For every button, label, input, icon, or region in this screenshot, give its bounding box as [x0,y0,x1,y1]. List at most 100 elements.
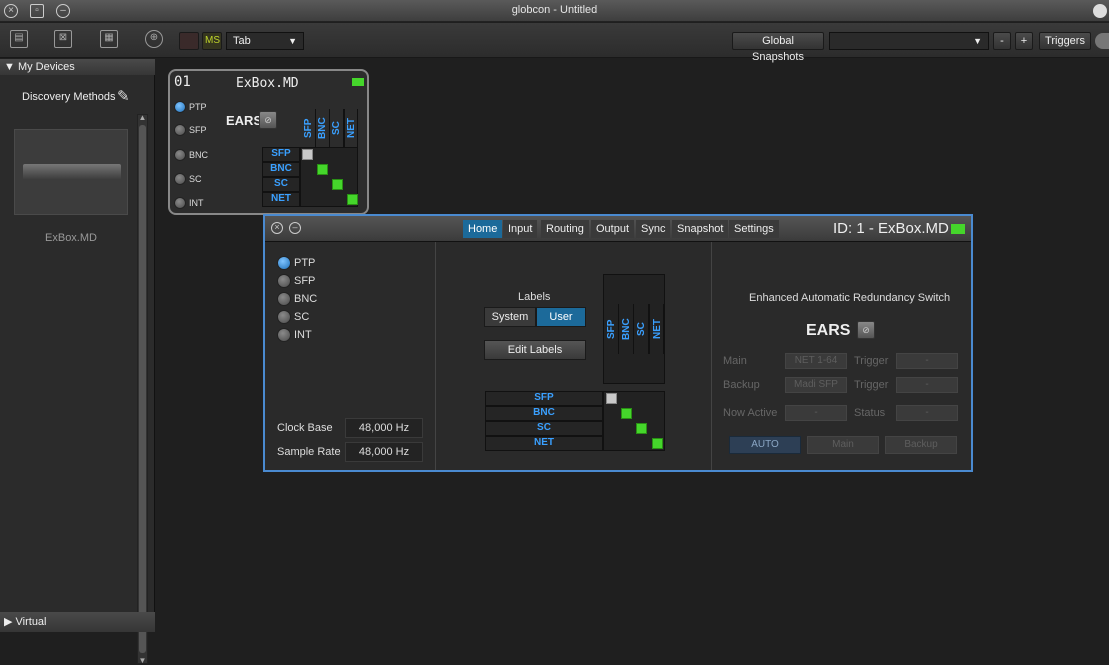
now-active-field: - [785,405,847,421]
snapshot-minus-button[interactable]: - [993,32,1011,50]
device-card[interactable]: 01 ExBox.MD PTP SFP BNC SC INT EARS ⊘ SF… [168,69,369,215]
title-bar: × ▫ – globcon - Untitled [0,0,1109,22]
ms-button[interactable]: MS [202,32,222,50]
matrix-col-bnc: BNC [619,304,634,354]
matrix-row-sc: SC [262,177,300,192]
input-label-int: INT [294,329,312,341]
matrix-row-bnc: BNC [262,162,300,177]
scroll-up-icon[interactable]: ▲ [138,113,147,122]
input-led-ptp[interactable] [174,101,186,113]
tab-snapshot[interactable]: Snapshot [672,220,729,238]
input-led-int[interactable] [277,328,291,342]
system-labels-button[interactable]: System [484,307,536,327]
global-snapshots-button[interactable]: Global Snapshots [732,32,824,63]
tab-sync[interactable]: Sync [636,220,671,238]
plug-icon[interactable]: ✎ [117,87,130,105]
divider [711,242,712,470]
ears-title: Enhanced Automatic Redundancy Switch [749,292,951,304]
chevron-down-icon: ▼ [288,36,297,46]
matrix-row-net: NET [485,436,603,451]
tab-routing[interactable]: Routing [541,220,589,238]
matrix-cell-bnc-bnc[interactable] [621,408,632,419]
matrix-row-sc: SC [485,421,603,436]
tab-settings[interactable]: Settings [729,220,779,238]
input-led-bnc[interactable] [174,149,186,161]
export-icon[interactable]: ⊠ [54,30,72,48]
main-button[interactable]: Main [807,436,879,454]
edit-labels-button[interactable]: Edit Labels [484,340,586,360]
input-label-ptp: PTP [189,102,207,112]
backup-button[interactable]: Backup [885,436,957,454]
matrix-cell-sfp-sfp[interactable] [606,393,617,404]
ears-toggle-icon[interactable]: ⊘ [857,321,875,339]
now-active-label: Now Active [723,407,778,419]
input-label-bnc: BNC [294,293,318,305]
discovery-methods-label[interactable]: Discovery Methods [22,91,116,103]
input-label-sc: SC [294,311,310,323]
solo-button[interactable] [179,32,199,50]
auto-button[interactable]: AUTO [729,436,801,454]
panel-minimize-icon[interactable]: – [289,222,301,234]
main-source-field: NET 1-64 [785,353,847,369]
tab-select-value: Tab [233,35,251,47]
matrix-cell-sc-sc[interactable] [636,423,647,434]
matrix-col-bnc: BNC [316,109,330,147]
labels-title: Labels [518,291,551,303]
input-led-sfp[interactable] [277,274,291,288]
matrix-col-sfp: SFP [604,304,619,354]
matrix-cell-sc-sc[interactable] [332,179,343,190]
ears-toggle-icon[interactable]: ⊘ [259,111,277,129]
grid-view-icon[interactable]: ▦ [100,30,118,48]
main-trigger-field: - [896,353,958,369]
window-title: globcon - Untitled [511,4,598,16]
sidebar-scrollbar[interactable]: ▲ ▼ [137,113,148,665]
input-led-ptp[interactable] [277,256,291,270]
virtual-header[interactable]: ▶ Virtual [0,612,155,632]
triggers-button[interactable]: Triggers [1039,32,1091,50]
matrix-row-sfp: SFP [262,147,300,162]
input-label-bnc: BNC [189,150,209,160]
input-led-sc[interactable] [174,173,186,185]
user-labels-button[interactable]: User [536,307,586,327]
snapshot-plus-button[interactable]: + [1015,32,1033,50]
my-devices-header[interactable]: ▼ My Devices [0,59,155,75]
device-thumbnail-label: ExBox.MD [45,232,97,244]
sample-rate-field[interactable]: 48,000 Hz [345,442,423,462]
scrollbar-thumb[interactable] [139,125,146,653]
globe-icon[interactable]: ⊕ [145,30,163,48]
ears-label: EARS [226,113,263,128]
matrix-cell-sfp-sfp[interactable] [302,149,313,160]
panel-close-icon[interactable]: × [271,222,283,234]
clock-base-label: Clock Base [277,422,333,434]
device-image [23,164,121,180]
tab-output[interactable]: Output [591,220,635,238]
tab-input[interactable]: Input [503,220,538,238]
matrix-col-net: NET [649,304,664,354]
status-field: - [896,405,958,421]
network-status-icon [951,224,965,234]
matrix-cell-net-net[interactable] [347,194,358,205]
backup-label: Backup [723,379,760,391]
input-led-int[interactable] [174,197,186,209]
device-detail-panel: × – Home Input Routing Output Sync Snaps… [263,214,973,472]
snapshot-select[interactable]: ▼ [829,32,989,50]
scroll-down-icon[interactable]: ▼ [138,656,147,665]
clock-base-field[interactable]: 48,000 Hz [345,418,423,438]
matrix-col-sc: SC [634,304,649,354]
matrix-cell-net-net[interactable] [652,438,663,449]
input-led-sfp[interactable] [174,124,186,136]
device-name: ExBox.MD [236,76,299,91]
input-led-sc[interactable] [277,310,291,324]
matrix-col-sc: SC [330,109,344,147]
device-view-icon[interactable]: ▤ [10,30,28,48]
backup-source-field: Madi SFP [785,377,847,393]
matrix-row-bnc: BNC [485,406,603,421]
tab-select[interactable]: Tab ▼ [226,32,304,50]
main-label: Main [723,355,747,367]
trigger-label: Trigger [854,379,889,391]
matrix-col-net: NET [344,109,358,147]
input-led-bnc[interactable] [277,292,291,306]
device-thumbnail[interactable] [14,129,128,215]
tab-home[interactable]: Home [463,220,503,238]
matrix-cell-bnc-bnc[interactable] [317,164,328,175]
